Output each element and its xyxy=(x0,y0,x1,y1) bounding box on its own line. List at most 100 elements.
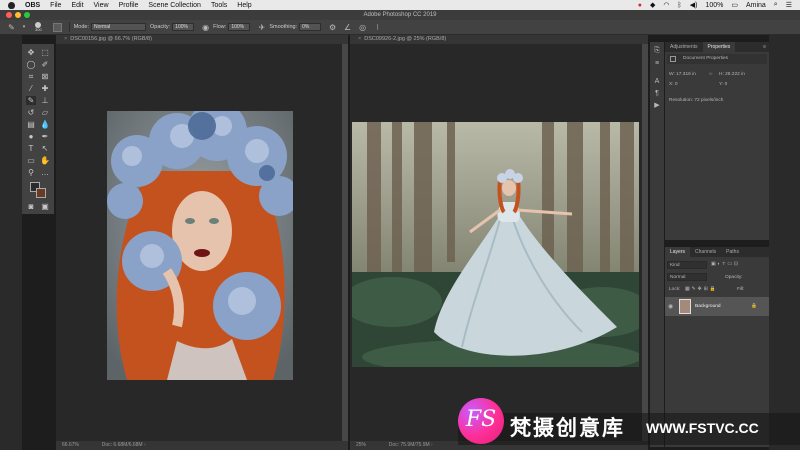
hand-tool-icon[interactable]: ✋ xyxy=(40,156,50,165)
menu-scene-collection[interactable]: Scene Collection xyxy=(148,2,201,9)
brush-settings-icon[interactable] xyxy=(52,22,62,32)
pressure-size-icon[interactable]: ◎ xyxy=(358,23,367,32)
marquee-tool-icon[interactable]: ⬚ xyxy=(40,48,50,57)
menu-file[interactable]: File xyxy=(50,2,61,9)
tab-properties[interactable]: Properties xyxy=(702,42,736,52)
healing-brush-tool-icon[interactable]: ✚ xyxy=(40,84,50,93)
chevron-down-icon[interactable]: ▾ xyxy=(22,23,26,32)
bluetooth-icon[interactable]: ᛒ xyxy=(678,2,682,9)
wifi-icon[interactable]: ◠ xyxy=(663,1,669,9)
eye-icon[interactable]: ◉ xyxy=(668,303,673,310)
close-tab-icon[interactable]: × xyxy=(64,35,67,44)
dodge-tool-icon[interactable]: ● xyxy=(26,132,36,141)
menu-app[interactable]: OBS xyxy=(25,2,40,9)
lasso-tool-icon[interactable]: ◯ xyxy=(26,60,36,69)
zoom-level-2[interactable]: 25% xyxy=(356,442,366,448)
menu-profile[interactable]: Profile xyxy=(119,2,139,9)
record-icon[interactable]: ● xyxy=(638,2,642,9)
layer-row-background[interactable]: ◉ Background 🔒 xyxy=(665,297,769,316)
link-icon[interactable]: ∞ xyxy=(709,72,712,77)
battery-label: 100% xyxy=(705,1,724,9)
crop-tool-icon[interactable]: ⌗ xyxy=(26,72,36,81)
menu-tools[interactable]: Tools xyxy=(211,2,227,9)
tab-channels[interactable]: Channels xyxy=(690,247,721,257)
brush-tool-icon[interactable]: ✎ xyxy=(7,23,16,32)
left-gutter xyxy=(0,35,22,450)
flow-input[interactable]: 100% xyxy=(228,23,251,31)
tab-adjustments[interactable]: Adjustments xyxy=(665,42,703,52)
opacity-input[interactable]: 100% xyxy=(172,23,195,31)
minimize-window-icon[interactable] xyxy=(15,12,21,18)
battery-icon[interactable]: ▭ xyxy=(731,1,738,9)
properties-panel-tabs: Adjustments Properties ≡ xyxy=(665,42,769,52)
type-tool-icon[interactable]: T xyxy=(26,144,36,153)
doc-x[interactable]: X: 0 xyxy=(669,82,678,87)
history-panel-icon[interactable]: ⎘ xyxy=(653,47,661,54)
document-tab-2[interactable]: × DSC09926-2.jpg @ 25% (RGB/8) xyxy=(350,35,648,44)
angle-icon[interactable]: ∠ xyxy=(343,23,352,32)
background-color-swatch[interactable] xyxy=(36,188,46,198)
brush-preset-picker[interactable]: 300 xyxy=(35,22,42,32)
zoom-level-1[interactable]: 66.67% xyxy=(62,442,79,448)
user-name[interactable]: Amina xyxy=(746,2,766,9)
gradient-tool-icon[interactable]: ▤ xyxy=(26,120,36,129)
quick-mask-icon[interactable]: ◙ xyxy=(26,202,36,211)
airbrush-icon[interactable]: ✈ xyxy=(257,23,266,32)
eraser-tool-icon[interactable]: ▱ xyxy=(40,108,50,117)
brush-settings-panel-icon[interactable]: ≡ xyxy=(653,60,661,67)
vertical-scrollbar[interactable] xyxy=(642,44,648,441)
screen-mode-icon[interactable]: ▣ xyxy=(40,202,50,211)
clone-stamp-tool-icon[interactable]: ⊥ xyxy=(40,96,50,105)
properties-panel: Adjustments Properties ≡ Document Proper… xyxy=(665,42,769,240)
brush-tool-active-icon[interactable]: ✎ xyxy=(26,96,36,105)
menu-help[interactable]: Help xyxy=(237,2,251,9)
smoothing-input[interactable]: 0% xyxy=(299,23,322,31)
zoom-tool-icon[interactable]: ⚲ xyxy=(26,168,36,177)
actions-panel-icon[interactable]: ▶ xyxy=(653,102,661,109)
spotlight-icon[interactable]: ⌕ xyxy=(774,1,778,9)
character-panel-icon[interactable]: A xyxy=(653,78,661,85)
maximize-window-icon[interactable] xyxy=(24,12,30,18)
gown-image xyxy=(352,122,639,367)
layer-kind-filter[interactable]: Kind xyxy=(667,261,707,269)
tab-layers[interactable]: Layers xyxy=(665,247,691,257)
mode-select[interactable]: Normal xyxy=(90,23,146,31)
doc-width[interactable]: W: 17.316 in xyxy=(669,72,696,77)
doc-size-1[interactable]: Doc: 6.68M/6.68M xyxy=(102,442,143,448)
close-tab-icon[interactable]: × xyxy=(358,35,361,44)
apple-icon[interactable] xyxy=(8,1,15,9)
document-tab-1[interactable]: × DSC00156.jpg @ 66.7% (RGB/8) xyxy=(56,35,348,44)
layer-filter-icons[interactable]: ▣◐T▭⊡ xyxy=(711,262,740,267)
vertical-scrollbar[interactable] xyxy=(342,44,348,441)
blur-tool-icon[interactable]: 💧 xyxy=(40,120,50,129)
more-tools-icon[interactable]: … xyxy=(40,168,50,177)
pressure-opacity-icon[interactable]: ◉ xyxy=(201,23,210,32)
volume-icon[interactable]: ◀) xyxy=(690,1,698,9)
layer-name[interactable]: Background xyxy=(695,304,721,309)
doc-height[interactable]: H: 28.222 in xyxy=(719,72,745,77)
menu-view[interactable]: View xyxy=(94,2,109,9)
gear-icon[interactable]: ⚙ xyxy=(328,23,337,32)
tab-paths[interactable]: Paths xyxy=(721,247,744,257)
eyedropper-tool-icon[interactable]: ⁄ xyxy=(26,84,36,93)
pen-tool-icon[interactable]: ✒ xyxy=(40,132,50,141)
menu-edit[interactable]: Edit xyxy=(71,2,83,9)
smoothing-label: Smoothing: xyxy=(269,24,298,30)
path-select-tool-icon[interactable]: ↖ xyxy=(40,144,50,153)
lock-icons[interactable]: ▦✎✥⊞🔒 xyxy=(685,287,718,292)
notification-center-icon[interactable]: ☰ xyxy=(786,1,792,9)
frame-tool-icon[interactable]: ⊠ xyxy=(40,72,50,81)
blend-mode-select[interactable]: Normal xyxy=(667,273,707,281)
quick-select-tool-icon[interactable]: ✐ xyxy=(40,60,50,69)
layer-fill-label: Fill: xyxy=(737,287,745,292)
doc-size-2[interactable]: Doc: 75.9M/75.9M xyxy=(389,442,430,448)
symmetry-icon[interactable]: ⦚ xyxy=(373,23,382,32)
rectangle-tool-icon[interactable]: ▭ xyxy=(26,156,36,165)
move-tool-icon[interactable]: ✥ xyxy=(26,48,36,57)
dropbox-icon[interactable]: ◆ xyxy=(650,1,655,9)
doc-y[interactable]: Y: 0 xyxy=(719,82,727,87)
paragraph-panel-icon[interactable]: ¶ xyxy=(653,90,661,97)
history-brush-tool-icon[interactable]: ↺ xyxy=(26,108,36,117)
close-window-icon[interactable] xyxy=(6,12,12,18)
document-icon xyxy=(670,56,676,62)
